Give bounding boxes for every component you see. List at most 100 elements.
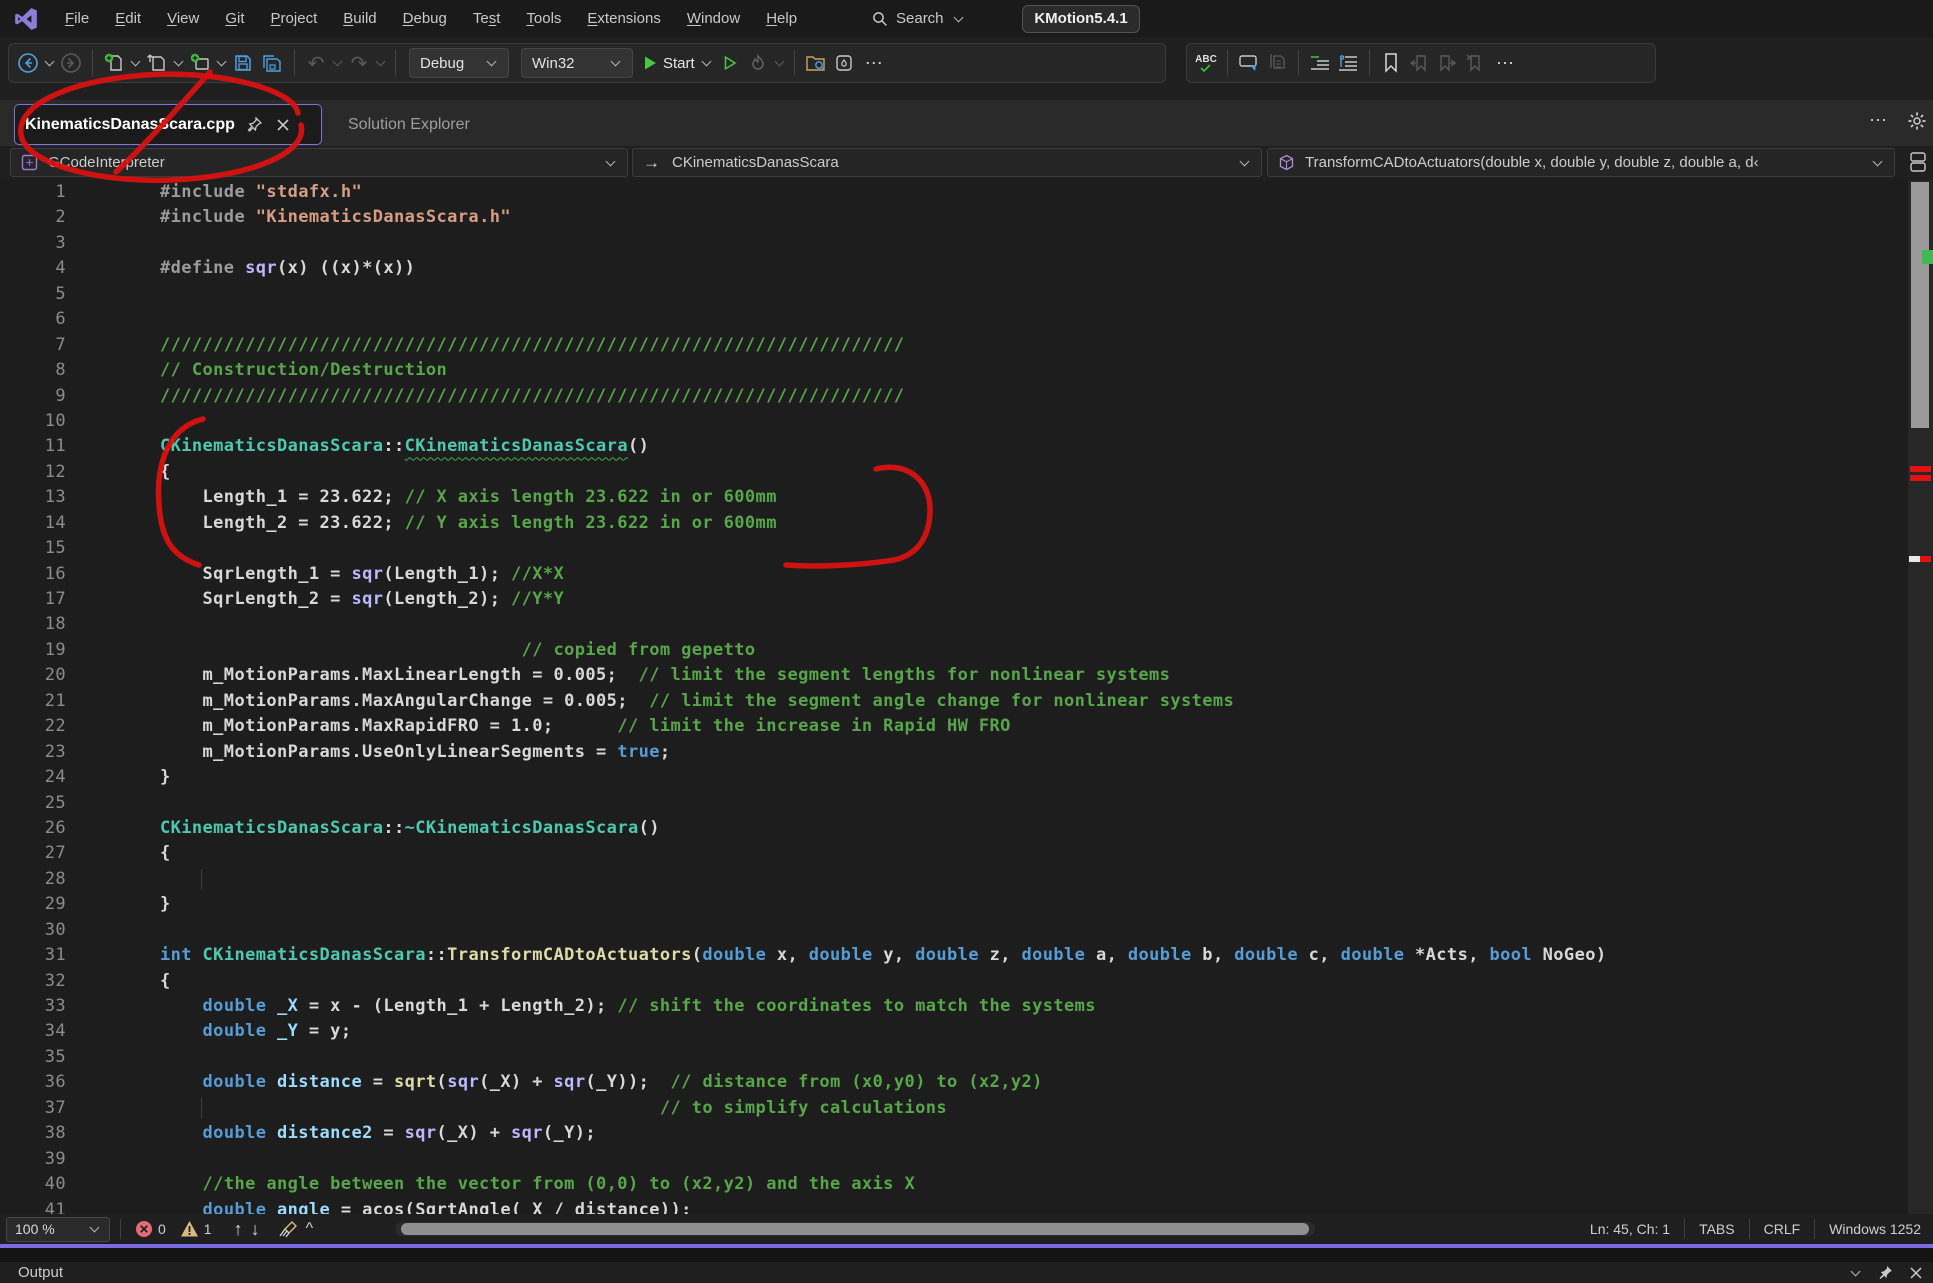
code-line-3[interactable]: 3 [0, 231, 1933, 256]
search-control[interactable]: Search [872, 0, 965, 37]
code-line-30[interactable]: 30 [0, 918, 1933, 943]
clean-icon[interactable] [274, 1220, 302, 1238]
horizontal-scrollbar[interactable] [395, 1222, 1315, 1236]
live-share-icon[interactable] [831, 47, 857, 79]
nav-forward-icon[interactable] [58, 47, 84, 79]
error-counter[interactable]: 0 [131, 1220, 170, 1238]
chevron-down-icon[interactable] [174, 57, 184, 67]
previous-bookmark-icon[interactable] [1406, 47, 1432, 79]
code-line-40[interactable]: 40 //the angle between the vector from (… [0, 1172, 1933, 1197]
pin-icon[interactable] [1878, 1265, 1893, 1280]
menu-tools[interactable]: Tools [513, 0, 574, 37]
warning-counter[interactable]: 1 [176, 1220, 216, 1238]
code-line-23[interactable]: 23 m_MotionParams.UseOnlyLinearSegments … [0, 740, 1933, 765]
previous-issue-icon[interactable]: ↑ [230, 1219, 247, 1240]
menu-edit[interactable]: Edit [102, 0, 154, 37]
chevron-down-icon[interactable] [333, 57, 343, 67]
code-line-6[interactable]: 6 [0, 307, 1933, 332]
scrollbar-thumb[interactable] [401, 1223, 1309, 1235]
hot-reload-icon[interactable] [745, 47, 771, 79]
member-dropdown[interactable]: TransformCADtoActuators(double x, double… [1267, 148, 1895, 177]
code-line-17[interactable]: 17 SqrLength_2 = sqr(Length_2); //Y*Y [0, 587, 1933, 612]
code-line-33[interactable]: 33 double _X = x - (Length_1 + Length_2)… [0, 994, 1933, 1019]
split-editor-icon[interactable] [1907, 150, 1929, 174]
project-dropdown[interactable]: GCodeInterpreter [10, 148, 628, 177]
chevron-down-icon[interactable] [376, 57, 386, 67]
chevron-down-icon[interactable] [774, 57, 784, 67]
code-line-5[interactable]: 5 [0, 282, 1933, 307]
code-line-16[interactable]: 16 SqrLength_1 = sqr(Length_1); //X*X [0, 562, 1933, 587]
solution-configuration-combo[interactable]: Debug [409, 48, 509, 78]
code-line-22[interactable]: 22 m_MotionParams.MaxRapidFRO = 1.0; // … [0, 714, 1933, 739]
spell-check-icon[interactable]: ABC [1193, 47, 1219, 79]
scrollbar-thumb[interactable] [1911, 182, 1929, 428]
code-line-8[interactable]: 8// Construction/Destruction [0, 358, 1933, 383]
tab-solution-explorer[interactable]: Solution Explorer [330, 104, 488, 145]
add-item-icon[interactable] [187, 47, 213, 79]
outdent-icon[interactable] [1307, 47, 1333, 79]
code-line-20[interactable]: 20 m_MotionParams.MaxLinearLength = 0.00… [0, 663, 1933, 688]
menu-window[interactable]: Window [674, 0, 753, 37]
code-line-27[interactable]: 27{ [0, 841, 1933, 866]
code-line-9[interactable]: 9///////////////////////////////////////… [0, 384, 1933, 409]
code-line-41[interactable]: 41 double angle = acos(SqrtAngle(_X / di… [0, 1198, 1933, 1215]
start-debugging-button[interactable]: Start [640, 47, 715, 79]
redo-icon[interactable]: ↷ [346, 47, 372, 79]
save-all-icon[interactable] [258, 47, 286, 79]
vertical-scrollbar[interactable] [1908, 180, 1933, 1214]
undo-icon[interactable]: ↶ [303, 47, 329, 79]
gear-icon[interactable] [1907, 111, 1927, 131]
code-line-35[interactable]: 35 [0, 1045, 1933, 1070]
chevron-down-icon[interactable] [217, 57, 227, 67]
code-line-13[interactable]: 13 Length_1 = 23.622; // X axis length 2… [0, 485, 1933, 510]
code-line-19[interactable]: 19 // copied from gepetto [0, 638, 1933, 663]
more-icon[interactable]: ⋯ [859, 53, 891, 74]
code-line-15[interactable]: 15 [0, 536, 1933, 561]
line-ending[interactable]: CRLF [1760, 1221, 1805, 1237]
nav-back-icon[interactable] [15, 47, 41, 79]
code-line-2[interactable]: 2#include "KinematicsDanasScara.h" [0, 205, 1933, 230]
code-line-34[interactable]: 34 double _Y = y; [0, 1019, 1933, 1044]
zoom-combo[interactable]: 100 % [6, 1217, 110, 1242]
chevron-down-icon[interactable] [131, 57, 141, 67]
format-document-icon[interactable] [1335, 47, 1361, 79]
code-line-7[interactable]: 7///////////////////////////////////////… [0, 333, 1933, 358]
tab-list-more-icon[interactable]: ⋯ [1863, 110, 1895, 131]
tab-kinematicsdanasscara[interactable]: KinematicsDanasScara.cpp [14, 104, 322, 145]
code-line-14[interactable]: 14 Length_2 = 23.622; // Y axis length 2… [0, 511, 1933, 536]
code-line-28[interactable]: 28 [0, 867, 1933, 892]
code-line-26[interactable]: 26CKinematicsDanasScara::~CKinematicsDan… [0, 816, 1933, 841]
code-line-12[interactable]: 12{ [0, 460, 1933, 485]
next-issue-icon[interactable]: ↓ [247, 1219, 264, 1240]
menu-debug[interactable]: Debug [390, 0, 460, 37]
code-line-25[interactable]: 25 [0, 791, 1933, 816]
indent-mode[interactable]: TABS [1695, 1221, 1739, 1237]
encoding[interactable]: Windows 1252 [1825, 1221, 1925, 1237]
code-line-39[interactable]: 39 [0, 1147, 1933, 1172]
menu-extensions[interactable]: Extensions [574, 0, 673, 37]
code-editor[interactable]: 1#include "stdafx.h"2#include "Kinematic… [0, 180, 1933, 1214]
menu-project[interactable]: Project [258, 0, 331, 37]
chevron-down-icon[interactable] [45, 57, 55, 67]
close-icon[interactable] [1909, 1266, 1923, 1280]
code-line-32[interactable]: 32{ [0, 969, 1933, 994]
next-bookmark-icon[interactable] [1434, 47, 1460, 79]
comment-icon[interactable] [1236, 47, 1262, 79]
code-line-21[interactable]: 21 m_MotionParams.MaxAngularChange = 0.0… [0, 689, 1933, 714]
code-line-37[interactable]: 37 // to simplify calculations [0, 1096, 1933, 1121]
close-icon[interactable] [276, 118, 290, 132]
code-line-18[interactable]: 18 [0, 612, 1933, 637]
menu-test[interactable]: Test [460, 0, 514, 37]
bookmark-icon[interactable] [1378, 47, 1404, 79]
menu-view[interactable]: View [154, 0, 212, 37]
menu-file[interactable]: File [52, 0, 102, 37]
new-file-icon[interactable] [101, 47, 127, 79]
menu-help[interactable]: Help [753, 0, 810, 37]
collapse-icon[interactable]: ^ [302, 1220, 318, 1238]
code-line-38[interactable]: 38 double distance2 = sqr(_X) + sqr(_Y); [0, 1121, 1933, 1146]
solution-platform-combo[interactable]: Win32 [521, 48, 633, 78]
menu-build[interactable]: Build [330, 0, 389, 37]
code-line-36[interactable]: 36 double distance = sqrt(sqr(_X) + sqr(… [0, 1070, 1933, 1095]
duplicate-lines-icon[interactable] [1264, 47, 1290, 79]
code-line-1[interactable]: 1#include "stdafx.h" [0, 180, 1933, 205]
